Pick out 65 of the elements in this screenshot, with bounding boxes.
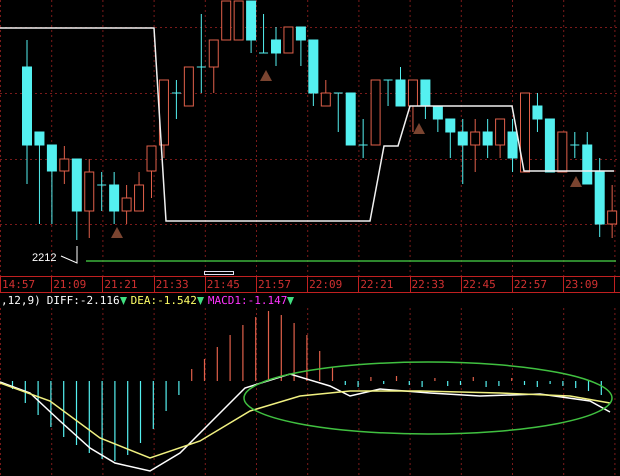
candlestick — [495, 118, 506, 158]
candlestick — [432, 106, 443, 132]
candlestick — [346, 92, 356, 146]
candlestick — [271, 26, 281, 66]
candlestick — [122, 184, 132, 224]
candlestick — [208, 40, 219, 94]
candlestick — [458, 118, 468, 184]
candlestick — [508, 118, 518, 172]
candlestick — [544, 118, 555, 172]
indicator-value: DEA:-1.542 — [130, 294, 197, 307]
candlestick — [296, 26, 306, 66]
candlestick — [420, 80, 430, 120]
candlestick — [383, 80, 394, 106]
indicator-value: DIFF:-2.116 — [46, 294, 120, 307]
candlestick — [134, 172, 144, 212]
candlestick — [308, 40, 318, 106]
candlestick — [283, 26, 294, 54]
candlestick — [320, 80, 331, 106]
time-label: 21:09 — [51, 277, 102, 292]
candlestick — [221, 0, 232, 40]
indicator-value: MACD1:-1.147 — [208, 294, 288, 307]
macd-params: ,12,9) — [1, 294, 41, 307]
time-label: 22:09 — [307, 277, 358, 292]
time-label: 21:21 — [102, 277, 154, 292]
time-label: 21:57 — [256, 277, 308, 292]
candlestick — [171, 80, 182, 120]
triangle-marker — [260, 70, 272, 81]
candlestick — [258, 14, 269, 54]
candlestick — [234, 0, 244, 40]
candlestick — [109, 172, 120, 224]
candlestick — [146, 146, 156, 198]
candlestick — [96, 172, 107, 212]
time-label: 23:09 — [563, 277, 614, 292]
down-triangle-icon — [120, 296, 127, 304]
candlestick — [482, 118, 493, 158]
candlestick — [370, 80, 381, 146]
time-label: 22:57 — [512, 277, 564, 292]
candlestick — [557, 132, 568, 172]
triangle-marker — [413, 123, 425, 134]
candlestick — [408, 80, 418, 132]
candlestick — [396, 66, 406, 106]
candlestick — [470, 118, 480, 172]
time-label: 22:21 — [358, 277, 410, 292]
candlestick — [333, 92, 344, 132]
triangle-marker — [111, 227, 123, 238]
candlestick — [445, 118, 456, 158]
scroll-thumb[interactable] — [204, 271, 234, 275]
time-label: 22:45 — [460, 277, 512, 292]
candlestick — [59, 146, 70, 184]
candlestick — [532, 92, 542, 132]
candlestick — [184, 66, 194, 106]
triangle-marker — [570, 176, 582, 187]
price-label: 2212 — [32, 252, 56, 264]
candlestick — [607, 184, 618, 238]
time-label: 21:33 — [154, 277, 205, 292]
candlestick — [358, 118, 368, 158]
candlestick — [570, 132, 580, 158]
time-label: 14:57 — [0, 277, 52, 292]
candlestick — [582, 132, 592, 184]
time-label: 21:45 — [204, 277, 256, 292]
time-label: 22:33 — [410, 277, 461, 292]
candlestick — [246, 0, 256, 54]
down-triangle-icon — [196, 296, 204, 304]
leader-line — [60, 246, 78, 264]
down-triangle-icon — [287, 296, 294, 304]
